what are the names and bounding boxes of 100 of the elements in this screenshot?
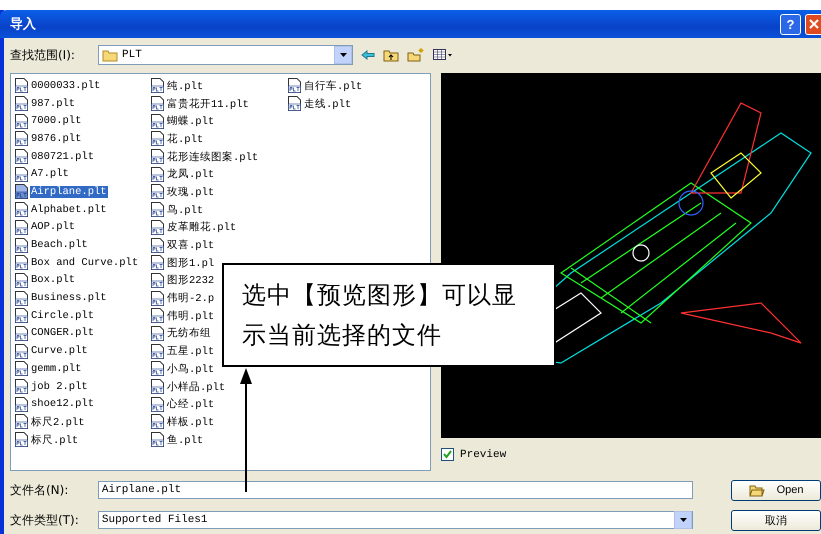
- back-arrow-icon[interactable]: [361, 50, 375, 60]
- plt-file-icon: [15, 202, 28, 218]
- plt-file-icon: [151, 272, 164, 288]
- plt-file-icon: [15, 379, 28, 394]
- plt-file-icon: [151, 238, 164, 253]
- up-folder-icon[interactable]: [383, 48, 399, 62]
- file-item[interactable]: job 2.plt: [30, 380, 89, 393]
- plt-file-icon: [151, 361, 164, 376]
- plt-file-icon: [15, 131, 28, 146]
- file-item[interactable]: 龙凤.plt: [166, 167, 216, 182]
- file-item[interactable]: 玫瑰.plt: [166, 184, 216, 199]
- file-item[interactable]: 0000033.plt: [30, 80, 102, 92]
- plt-file-icon: [15, 238, 28, 253]
- file-item[interactable]: 小鸟.plt: [166, 362, 216, 376]
- file-item[interactable]: 富贵花开11.plt: [166, 96, 250, 111]
- open-button[interactable]: Open: [731, 480, 821, 500]
- file-item[interactable]: 无纺布组: [166, 326, 212, 340]
- file-name-field[interactable]: Airplane.plt: [98, 481, 694, 499]
- plt-file-icon: [15, 308, 28, 324]
- file-item[interactable]: shoe12.plt: [30, 398, 96, 410]
- file-name-label: 文件名(N):: [10, 482, 70, 498]
- file-item[interactable]: Business.plt: [30, 292, 108, 304]
- open-folder-icon: [748, 484, 765, 496]
- file-item[interactable]: 图形1.pl: [166, 256, 216, 270]
- plt-file-icon: [15, 414, 28, 430]
- file-item[interactable]: 五星.plt: [166, 344, 216, 358]
- plt-file-icon: [288, 78, 301, 94]
- file-item[interactable]: 图形2232: [166, 273, 216, 288]
- help-button[interactable]: ?: [780, 14, 801, 34]
- file-item[interactable]: 鱼.plt: [166, 432, 204, 447]
- file-item[interactable]: CONGER.plt: [30, 327, 96, 340]
- file-item[interactable]: Airplane.plt: [30, 186, 108, 198]
- plt-file-icon: [15, 220, 28, 235]
- plt-file-icon: [288, 96, 301, 112]
- file-item[interactable]: Beach.plt: [30, 239, 89, 252]
- file-item[interactable]: 花形连续图案.plt: [166, 150, 260, 164]
- preview-label: Preview: [460, 448, 506, 460]
- plt-file-icon: [151, 78, 164, 94]
- file-item[interactable]: 7000.plt: [30, 115, 82, 128]
- file-item[interactable]: Circle.plt: [30, 310, 96, 322]
- caret-icon: [680, 518, 687, 522]
- plt-file-icon: [151, 184, 164, 200]
- file-item[interactable]: Curve.plt: [30, 345, 89, 358]
- file-item[interactable]: A7.plt: [30, 168, 70, 180]
- callout-text: 选中【预览图形】可以显示当前选择的文件: [222, 263, 556, 367]
- plt-file-icon: [151, 344, 164, 359]
- file-item[interactable]: 花.plt: [166, 132, 204, 146]
- file-item[interactable]: 标尺.plt: [30, 432, 80, 447]
- file-item[interactable]: Alphabet.plt: [30, 204, 108, 216]
- file-item[interactable]: 标尺2.plt: [30, 414, 86, 429]
- file-item[interactable]: Box and Curve.plt: [30, 256, 140, 269]
- preview-checkbox[interactable]: [441, 448, 454, 461]
- plt-file-icon: [151, 166, 164, 182]
- file-item[interactable]: 小样品.plt: [166, 380, 226, 394]
- file-item[interactable]: AOP.plt: [30, 221, 76, 234]
- plt-file-icon: [15, 432, 28, 448]
- plt-file-icon: [15, 272, 28, 288]
- file-item[interactable]: 样板.plt: [166, 414, 216, 429]
- plt-file-icon: [151, 149, 164, 164]
- file-item[interactable]: 自行车.plt: [303, 78, 364, 93]
- plt-file-icon: [15, 344, 28, 359]
- plt-file-icon: [151, 114, 164, 129]
- plt-file-icon: [15, 184, 28, 200]
- file-item[interactable]: 心经.plt: [166, 397, 216, 412]
- caret-icon: [340, 53, 346, 57]
- file-type-dropdown[interactable]: Supported Files1: [98, 511, 694, 529]
- file-item[interactable]: 伟明-2.p: [166, 291, 216, 306]
- new-folder-icon[interactable]: [407, 48, 425, 62]
- plt-file-icon: [151, 326, 164, 341]
- file-item[interactable]: 鸟.plt: [166, 202, 204, 217]
- plt-file-icon: [15, 326, 28, 341]
- plt-file-icon: [151, 432, 164, 448]
- file-item[interactable]: 走线.plt: [303, 96, 352, 111]
- cancel-button[interactable]: 取消: [731, 510, 821, 530]
- plt-file-icon: [15, 396, 28, 412]
- plt-file-icon: [151, 202, 164, 218]
- view-menu-icon[interactable]: [433, 49, 453, 61]
- file-item[interactable]: 蝴蝶.plt: [166, 114, 216, 128]
- plt-file-icon: [151, 96, 164, 112]
- file-item[interactable]: 9876.plt: [30, 132, 82, 145]
- plt-file-icon: [15, 78, 28, 94]
- plt-file-icon: [15, 166, 28, 182]
- plt-file-icon: [15, 255, 28, 270]
- plt-file-icon: [151, 379, 164, 394]
- file-item[interactable]: 双喜.plt: [166, 238, 216, 252]
- file-item[interactable]: 伟明.plt: [166, 308, 216, 323]
- window-title: 导入: [10, 16, 37, 33]
- file-item[interactable]: 987.plt: [30, 98, 76, 110]
- look-in-dropdown[interactable]: PLT: [98, 45, 353, 65]
- file-item[interactable]: Box.plt: [30, 274, 76, 286]
- file-item[interactable]: 080721.plt: [30, 150, 96, 163]
- plt-file-icon: [151, 290, 164, 306]
- close-button[interactable]: [805, 14, 821, 34]
- plt-file-icon: [15, 361, 28, 376]
- file-item[interactable]: gemm.plt: [30, 362, 82, 375]
- plt-file-icon: [15, 114, 28, 129]
- file-item[interactable]: 纯.plt: [166, 78, 204, 93]
- file-item[interactable]: 皮革雕花.plt: [166, 220, 238, 234]
- file-type-label: 文件类型(T):: [10, 512, 80, 528]
- plt-file-icon: [151, 255, 164, 270]
